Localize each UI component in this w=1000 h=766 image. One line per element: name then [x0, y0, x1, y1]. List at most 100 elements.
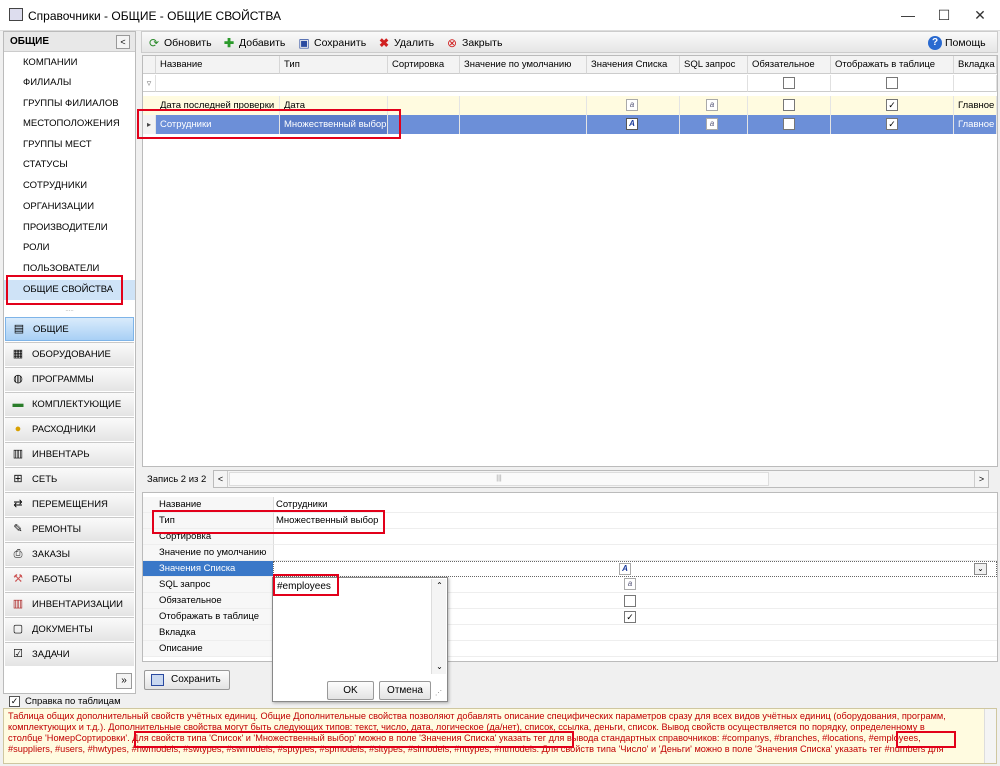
- resize-grip-icon[interactable]: ⋰: [435, 689, 442, 697]
- minimize-button[interactable]: —: [890, 0, 926, 31]
- col-show-in-table[interactable]: Отображать в таблице: [831, 56, 954, 74]
- filter-row[interactable]: [156, 75, 748, 92]
- cell-default[interactable]: [460, 115, 587, 134]
- props-save-button[interactable]: Сохранить: [144, 670, 230, 690]
- filter-icon[interactable]: ▿: [143, 75, 156, 92]
- prop-value-list-values[interactable]: A ⌄: [273, 561, 997, 577]
- group-inventory[interactable]: ▥ ИНВЕНТАРЬ: [5, 442, 134, 466]
- scroll-down-icon[interactable]: ⌄: [432, 660, 447, 674]
- cell-default[interactable]: [460, 96, 587, 115]
- sidebar-item-manufacturers[interactable]: ПРОИЗВОДИТЕЛИ: [4, 218, 135, 238]
- group-common[interactable]: ▤ ОБЩИЕ: [5, 317, 134, 341]
- filter-tab[interactable]: [954, 75, 997, 92]
- group-movements[interactable]: ⇄ ПЕРЕМЕЩЕНИЯ: [5, 492, 134, 516]
- save-button[interactable]: ▣ Сохранить: [297, 35, 366, 51]
- col-list-values[interactable]: Значения Списка: [587, 56, 680, 74]
- expand-icon[interactable]: »: [116, 673, 132, 689]
- list-values-textarea[interactable]: #employees: [274, 579, 431, 674]
- sidebar-item-branch-groups[interactable]: ГРУППЫ ФИЛИАЛОВ: [4, 94, 135, 114]
- required-checkbox[interactable]: [783, 99, 795, 111]
- cell-type[interactable]: Множественный выбор: [280, 115, 388, 134]
- table-row[interactable]: Дата последней проверки Дата a a ✓ Главн…: [143, 96, 997, 115]
- col-type[interactable]: Тип: [280, 56, 388, 74]
- show-checkbox[interactable]: ✓: [886, 118, 898, 130]
- cell-sort[interactable]: [388, 96, 460, 115]
- close-form-button[interactable]: ⊗ Закрыть: [445, 35, 502, 51]
- text-editor-icon[interactable]: a: [706, 118, 718, 130]
- table-row-selected[interactable]: ▸ Сотрудники Множественный выбор A a ✓ Г…: [143, 115, 997, 134]
- group-inventories[interactable]: ▥ ИНВЕНТАРИЗАЦИИ: [5, 592, 134, 616]
- required-checkbox[interactable]: [624, 595, 636, 607]
- popup-scrollbar[interactable]: ⌃ ⌄: [431, 579, 446, 674]
- scroll-thumb[interactable]: |||: [229, 472, 769, 486]
- group-components[interactable]: ▬ КОМПЛЕКТУЮЩИЕ: [5, 392, 134, 416]
- show-checkbox[interactable]: ✓: [624, 611, 636, 623]
- group-tasks[interactable]: ☑ ЗАДАЧИ: [5, 642, 134, 666]
- filter-required-checkbox[interactable]: [783, 77, 795, 89]
- horizontal-scrollbar[interactable]: < ||| >: [213, 470, 989, 488]
- col-sql[interactable]: SQL запрос: [680, 56, 748, 74]
- collapse-icon[interactable]: <: [116, 35, 130, 49]
- cell-show[interactable]: ✓: [831, 115, 954, 134]
- group-programs[interactable]: ◍ ПРОГРАММЫ: [5, 367, 134, 391]
- splitter[interactable]: .....: [4, 307, 135, 314]
- sidebar-item-common-properties[interactable]: ОБЩИЕ СВОЙСТВА: [4, 280, 135, 300]
- cell-list-values[interactable]: A: [587, 115, 680, 134]
- add-button[interactable]: ✚ Добавить: [222, 35, 285, 51]
- help-button[interactable]: ? Помощь: [928, 35, 986, 51]
- scroll-left-icon[interactable]: <: [214, 471, 228, 487]
- text-editor-icon[interactable]: a: [706, 99, 718, 111]
- close-button[interactable]: ✕: [962, 0, 998, 31]
- sidebar-item-users[interactable]: ПОЛЬЗОВАТЕЛИ: [4, 259, 135, 279]
- cell-name[interactable]: Дата последней проверки: [156, 96, 280, 115]
- sidebar-item-roles[interactable]: РОЛИ: [4, 238, 135, 258]
- cell-sql[interactable]: a: [680, 96, 748, 115]
- group-equipment[interactable]: ▦ ОБОРУДОВАНИЕ: [5, 342, 134, 366]
- cancel-button[interactable]: Отмена: [379, 681, 431, 700]
- text-editor-filled-icon[interactable]: A: [626, 118, 638, 130]
- sidebar-item-branches[interactable]: ФИЛИАЛЫ: [4, 73, 135, 93]
- cell-sort[interactable]: [388, 115, 460, 134]
- col-sort[interactable]: Сортировка: [388, 56, 460, 74]
- group-repairs[interactable]: ✎ РЕМОНТЫ: [5, 517, 134, 541]
- refresh-button[interactable]: ⟳ Обновить: [147, 35, 212, 51]
- required-checkbox[interactable]: [783, 118, 795, 130]
- text-editor-icon[interactable]: a: [626, 99, 638, 111]
- cell-name[interactable]: Сотрудники: [156, 115, 280, 134]
- sidebar-item-locations[interactable]: МЕСТОПОЛОЖЕНИЯ: [4, 114, 135, 134]
- group-documents[interactable]: ▢ ДОКУМЕНТЫ: [5, 617, 134, 641]
- maximize-button[interactable]: ☐: [926, 0, 962, 31]
- filter-show[interactable]: [831, 75, 954, 92]
- scroll-up-icon[interactable]: ⌃: [432, 579, 447, 593]
- filter-show-checkbox[interactable]: [886, 77, 898, 89]
- group-network[interactable]: ⊞ СЕТЬ: [5, 467, 134, 491]
- help-toggle[interactable]: ✓ Справка по таблицам: [9, 696, 121, 708]
- prop-value-name[interactable]: Сотрудники: [273, 497, 997, 513]
- col-tab[interactable]: Вкладка: [954, 56, 997, 74]
- prop-value-default[interactable]: [273, 545, 997, 561]
- help-checkbox[interactable]: ✓: [9, 696, 20, 707]
- cell-show[interactable]: ✓: [831, 96, 954, 115]
- sidebar-item-employees[interactable]: СОТРУДНИКИ: [4, 176, 135, 196]
- col-required[interactable]: Обязательное: [748, 56, 831, 74]
- cell-required[interactable]: [748, 115, 831, 134]
- delete-button[interactable]: ✖ Удалить: [377, 35, 434, 51]
- ok-button[interactable]: OK: [327, 681, 374, 700]
- help-scrollbar[interactable]: [984, 709, 996, 763]
- dropdown-icon[interactable]: ⌄: [974, 563, 987, 575]
- sidebar-item-organizations[interactable]: ОРГАНИЗАЦИИ: [4, 197, 135, 217]
- prop-value-type[interactable]: Множественный выбор: [273, 513, 997, 529]
- show-checkbox[interactable]: ✓: [886, 99, 898, 111]
- sidebar-item-companies[interactable]: КОМПАНИИ: [4, 53, 135, 73]
- col-default[interactable]: Значение по умолчанию: [460, 56, 587, 74]
- cell-type[interactable]: Дата: [280, 96, 388, 115]
- cell-required[interactable]: [748, 96, 831, 115]
- cell-tab[interactable]: Главное: [954, 115, 997, 134]
- group-orders[interactable]: ⎙ ЗАКАЗЫ: [5, 542, 134, 566]
- scroll-right-icon[interactable]: >: [974, 471, 988, 487]
- cell-tab[interactable]: Главное: [954, 96, 997, 115]
- filter-required[interactable]: [748, 75, 831, 92]
- group-works[interactable]: ⚒ РАБОТЫ: [5, 567, 134, 591]
- sidebar-item-location-groups[interactable]: ГРУППЫ МЕСТ: [4, 135, 135, 155]
- group-consumables[interactable]: ● РАСХОДНИКИ: [5, 417, 134, 441]
